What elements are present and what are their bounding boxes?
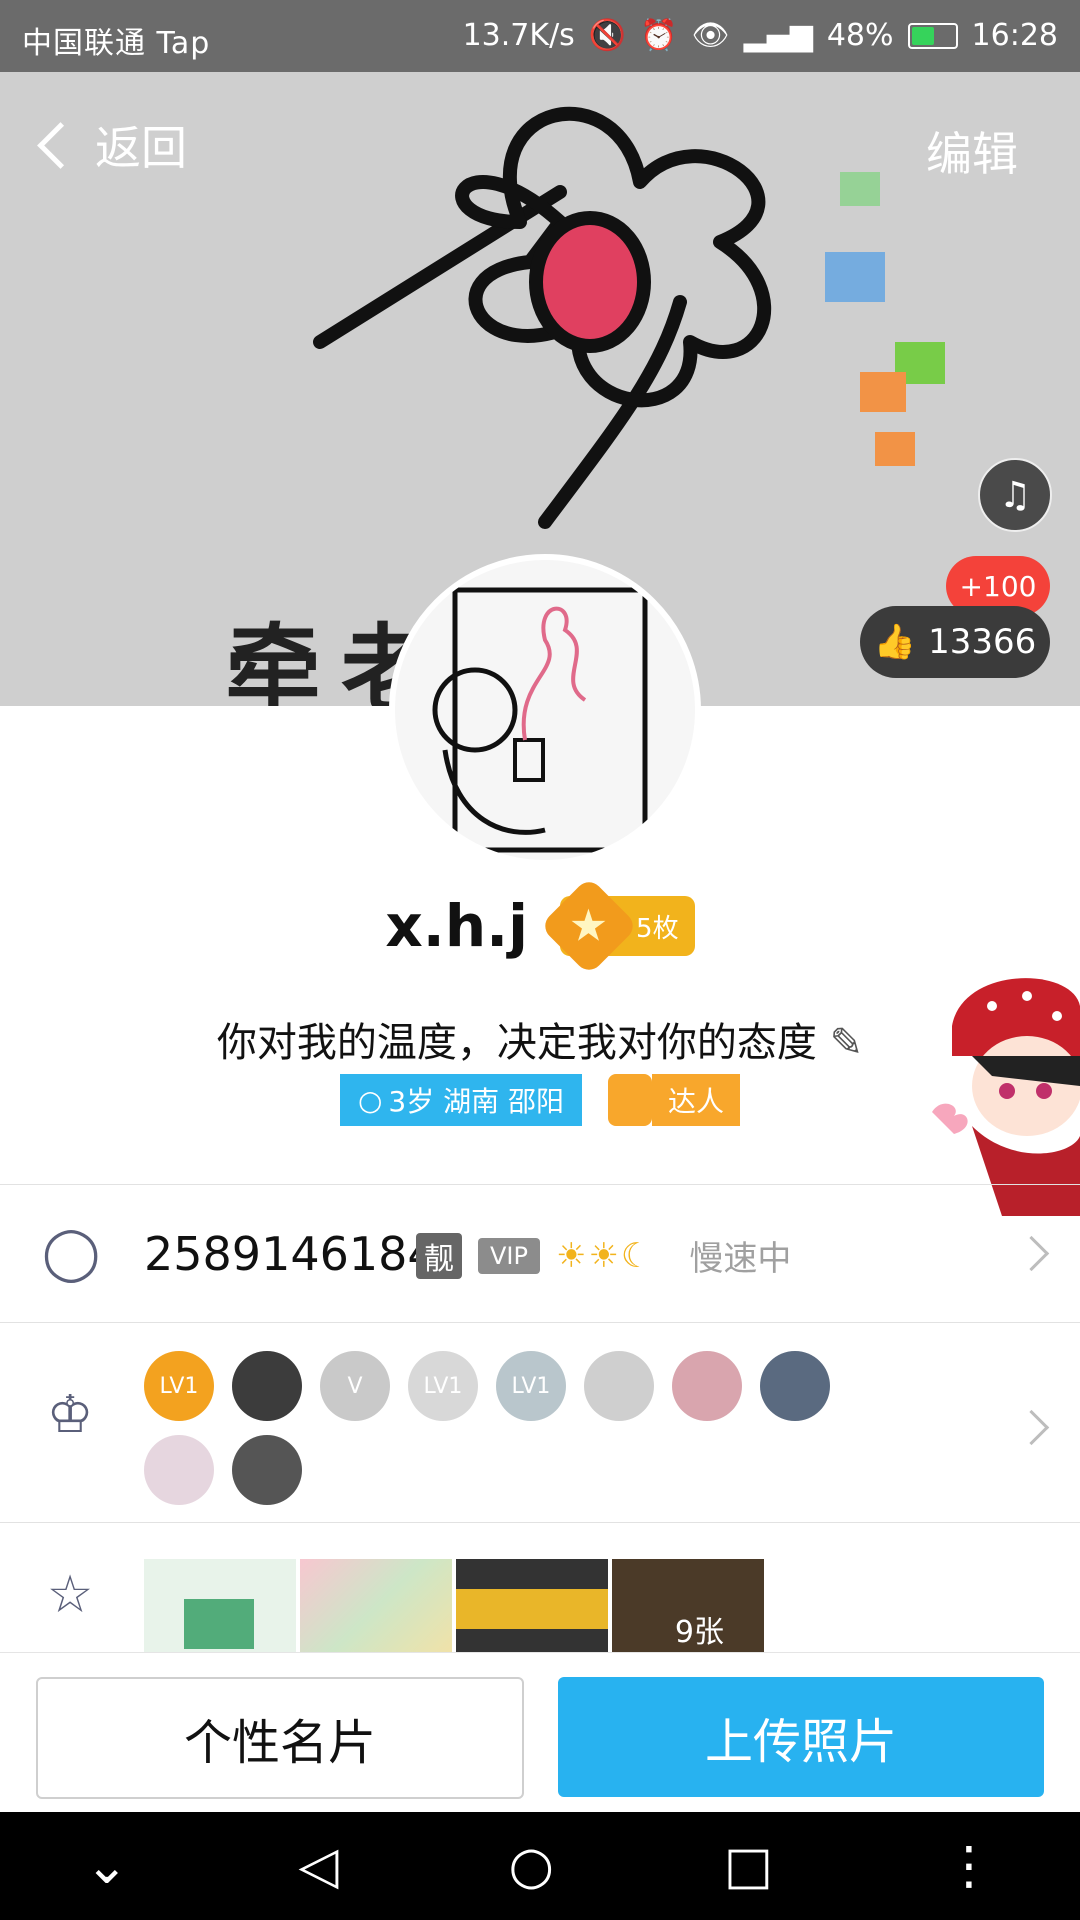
status-right: 13.7K/s 🔇 ⏰ 👁 ▂▄▆ 48% 16:28 <box>463 18 1058 53</box>
battery-percent: 48% <box>826 18 894 53</box>
battery-icon <box>907 22 958 49</box>
profile-tags: ○ 3岁 湖南 邵阳 达人 <box>0 1074 1080 1126</box>
star-outline-icon: ☆ <box>46 1565 94 1625</box>
back-label: 返回 <box>95 121 187 175</box>
pencil-icon[interactable]: ✎ <box>830 1020 864 1066</box>
star-icon: ★ <box>539 876 639 976</box>
crown-icon: ♔ <box>46 1385 94 1445</box>
location-text: 3岁 湖南 邵阳 <box>388 1085 565 1118</box>
privilege-badge-icon <box>232 1435 302 1505</box>
privilege-badge-icon <box>232 1351 302 1421</box>
photo-thumbnail[interactable]: 9张 <box>612 1559 764 1655</box>
privilege-badge-icon <box>584 1351 654 1421</box>
photo-thumbnail[interactable] <box>144 1559 296 1655</box>
medal-count: 5枚 <box>636 913 679 944</box>
profile-name: x.h.j <box>385 892 529 960</box>
back-nav-icon[interactable]: ◁ <box>299 1836 339 1896</box>
avatar-drawing <box>432 587 648 853</box>
profile-card-button[interactable]: 个性名片 <box>36 1677 524 1799</box>
photos-row[interactable]: ☆ 9张 <box>0 1522 1080 1655</box>
vip-badge: VIP <box>478 1237 540 1274</box>
thumbs-up-icon: 👍 <box>873 622 917 662</box>
mute-icon: 🔇 <box>588 18 627 53</box>
privileges-row[interactable]: ♔ LV1 V LV1 LV1 <box>0 1322 1080 1523</box>
qq-number-row[interactable]: ◯ 2589146184 靓 VIP ☀☀☾ 慢速中 <box>0 1184 1080 1323</box>
network-speed: 13.7K/s <box>462 18 575 53</box>
system-nav-bar: ⌄ ◁ ○ □ ⋮ <box>0 1812 1080 1920</box>
more-icon[interactable]: ⋮ <box>943 1836 995 1896</box>
carrier-label: 中国联通 Tap <box>22 26 211 61</box>
signature[interactable]: 你对我的温度，决定我对你的态度 ✎ <box>0 1010 1080 1068</box>
level-icons: ☀☀☾ <box>555 1235 654 1276</box>
bottom-action-bar: 个性名片 上传照片 <box>0 1652 1080 1813</box>
medal-badge[interactable]: ★ 5枚 <box>539 876 695 976</box>
back-button[interactable]: 返回 <box>28 112 187 178</box>
avatar[interactable] <box>389 554 701 866</box>
liang-badge: 靓 <box>416 1232 462 1279</box>
phone-icon <box>608 1074 653 1126</box>
privilege-badge-icon: LV1 <box>144 1351 214 1421</box>
like-button[interactable]: 👍 13366 <box>860 606 1050 678</box>
privilege-icons: LV1 V LV1 LV1 <box>144 1351 844 1505</box>
privilege-badge-icon: LV1 <box>496 1351 566 1421</box>
mascot-sticker[interactable] <box>932 966 1080 1216</box>
signature-text: 你对我的温度，决定我对你的态度 <box>216 1020 817 1066</box>
mascot-drawing <box>932 978 1080 1216</box>
chevron-right-icon <box>1013 1235 1050 1272</box>
photo-thumbnail[interactable] <box>456 1559 608 1655</box>
privilege-badge-icon: V <box>320 1351 390 1421</box>
location-tag[interactable]: ○ 3岁 湖南 邵阳 <box>339 1074 583 1126</box>
daren-tag[interactable]: 达人 <box>608 1074 741 1126</box>
gender-icon: ○ <box>357 1083 383 1117</box>
privilege-badge-icon <box>760 1351 830 1421</box>
collapse-icon[interactable]: ⌄ <box>85 1836 129 1896</box>
music-icon[interactable]: ♫ <box>978 458 1052 532</box>
status-bar: 中国联通 Tap 13.7K/s 🔇 ⏰ 👁 ▂▄▆ 48% 16:28 <box>0 0 1080 72</box>
penguin-icon: ◯ <box>42 1223 101 1283</box>
clock: 16:28 <box>971 18 1058 53</box>
photo-thumbnail[interactable] <box>300 1559 452 1655</box>
edit-button[interactable]: 编辑 <box>926 118 1018 184</box>
photo-count: 9张 <box>674 1615 724 1650</box>
signal-icon: ▂▄▆ <box>743 18 813 53</box>
daren-text: 达人 <box>652 1074 741 1126</box>
speed-status: 慢速中 <box>689 1239 792 1279</box>
home-icon[interactable]: ○ <box>509 1836 554 1896</box>
alarm-icon: ⏰ <box>640 18 678 53</box>
eye-icon: 👁 <box>691 18 730 53</box>
qq-badges: 靓 VIP ☀☀☾ 慢速中 <box>416 1231 791 1280</box>
qq-number: 2589146184 <box>144 1227 437 1281</box>
privilege-badge-icon: LV1 <box>408 1351 478 1421</box>
upload-photo-button[interactable]: 上传照片 <box>558 1677 1044 1797</box>
like-count: 13366 <box>928 622 1037 662</box>
photo-strip: 9张 <box>144 1559 764 1655</box>
chevron-left-icon <box>37 121 84 169</box>
profile-name-row: x.h.j ★ 5枚 <box>0 876 1080 976</box>
chevron-right-icon <box>1013 1409 1050 1446</box>
privilege-badge-icon <box>144 1435 214 1505</box>
privilege-badge-icon <box>672 1351 742 1421</box>
recents-icon[interactable]: □ <box>724 1836 773 1896</box>
